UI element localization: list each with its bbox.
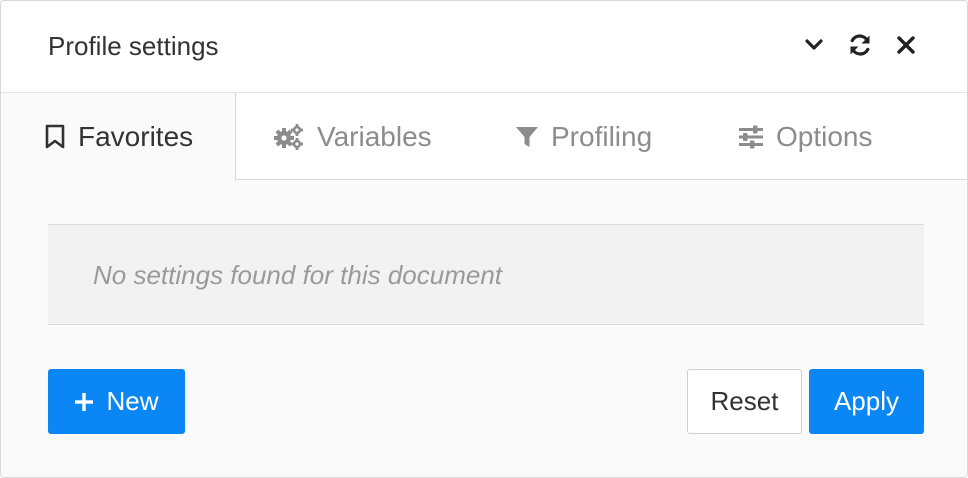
new-button[interactable]: New (48, 369, 185, 434)
sliders-icon (738, 124, 764, 150)
tab-options-label: Options (776, 120, 873, 152)
tab-favorites[interactable]: Favorites (1, 93, 236, 181)
empty-message: No settings found for this document (93, 260, 503, 290)
settings-list-empty: No settings found for this document (48, 224, 924, 325)
gears-icon (273, 123, 305, 151)
tab-profiling[interactable]: Profiling (515, 93, 652, 180)
plus-icon (75, 392, 94, 411)
refresh-button[interactable] (844, 29, 876, 61)
reset-button[interactable]: Reset (687, 369, 802, 434)
profile-settings-panel: Profile settings Favorites Variables Pro… (0, 0, 968, 478)
collapse-button[interactable] (798, 29, 830, 61)
tab-options[interactable]: Options (738, 93, 873, 180)
new-button-label: New (106, 386, 159, 416)
close-button[interactable] (890, 29, 922, 61)
tab-profiling-label: Profiling (551, 120, 653, 152)
panel-header: Profile settings (1, 1, 967, 93)
tab-favorites-label: Favorites (78, 120, 194, 152)
chevron-down-icon (805, 39, 823, 50)
apply-button-label: Apply (833, 386, 900, 416)
reset-button-label: Reset (710, 386, 779, 416)
tab-bar: Favorites Variables Profiling Options (1, 93, 967, 181)
filter-icon (515, 124, 539, 150)
refresh-icon (850, 34, 870, 56)
close-icon (897, 36, 915, 54)
tab-variables-label: Variables (317, 120, 432, 152)
panel-title: Profile settings (48, 31, 219, 61)
bookmark-icon (44, 124, 66, 150)
tab-variables[interactable]: Variables (273, 93, 432, 180)
apply-button[interactable]: Apply (809, 369, 924, 434)
